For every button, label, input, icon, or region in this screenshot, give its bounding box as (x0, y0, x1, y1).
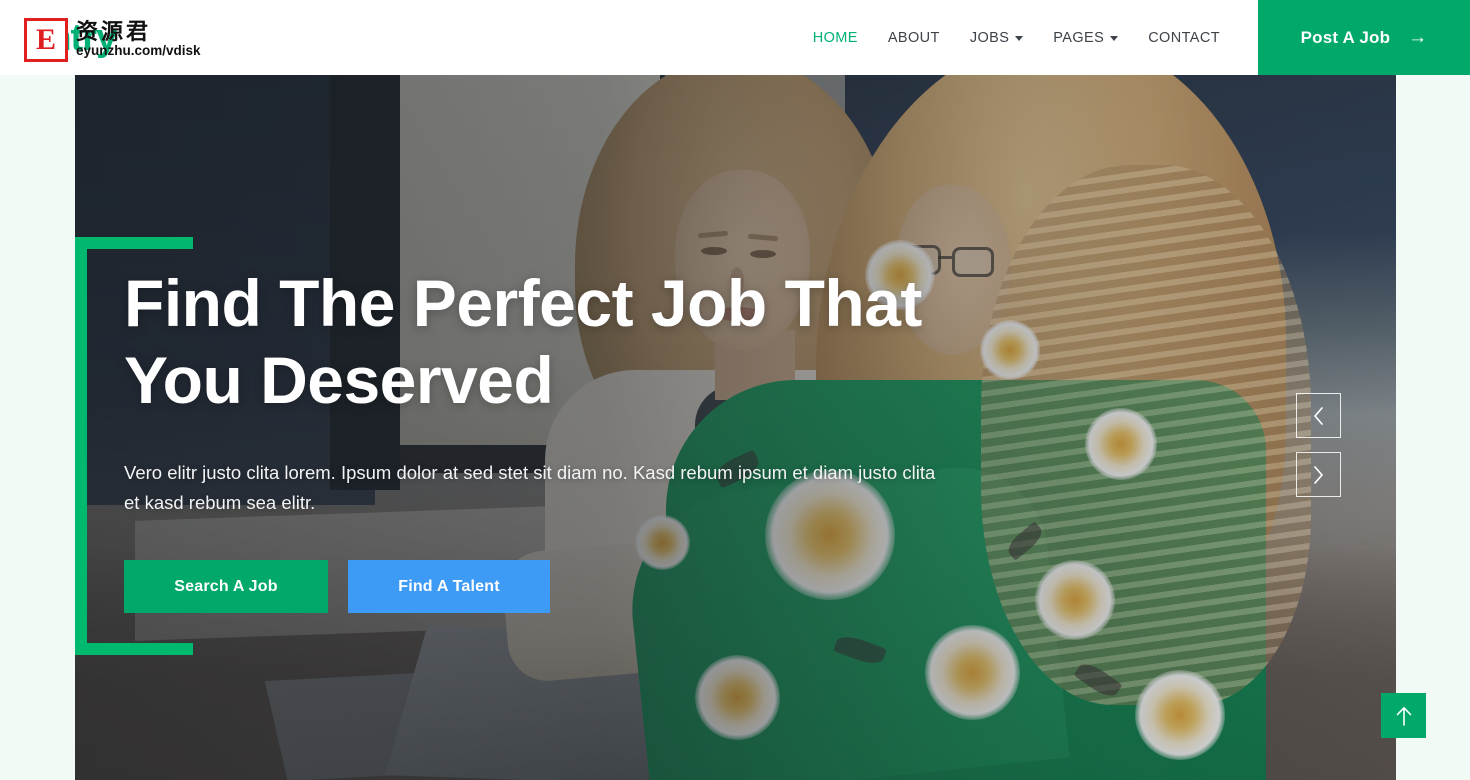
site-header: Entry E 资源君 eyunzhu.com/vdisk HOME ABOUT… (0, 0, 1470, 75)
nav-item-about[interactable]: ABOUT (888, 30, 940, 46)
nav-label-pages: PAGES (1053, 29, 1105, 46)
page-root: Entry E 资源君 eyunzhu.com/vdisk HOME ABOUT… (0, 0, 1470, 780)
hero-content: Find The Perfect Job That You Deserved V… (124, 265, 1024, 614)
hero-title-line-1: Find The Perfect Job That (124, 266, 922, 340)
find-a-talent-button[interactable]: Find A Talent (348, 560, 550, 614)
nav-item-jobs[interactable]: JOBS (969, 29, 1024, 46)
carousel-prev-button[interactable] (1296, 393, 1341, 438)
back-to-top-button[interactable] (1381, 693, 1426, 738)
nav-label-about: ABOUT (887, 29, 940, 46)
chevron-down-icon (1015, 36, 1024, 41)
nav-label-home: HOME (812, 29, 858, 46)
carousel-next-button[interactable] (1296, 452, 1341, 497)
chevron-right-icon (1314, 465, 1323, 484)
site-logo[interactable]: Entry (24, 19, 117, 57)
post-a-job-button[interactable]: Post A Job → (1258, 0, 1470, 75)
nav-item-pages[interactable]: PAGES (1053, 29, 1119, 46)
hero-section: Find The Perfect Job That You Deserved V… (75, 75, 1396, 780)
nav-label-contact: CONTACT (1148, 29, 1220, 46)
chevron-left-icon (1314, 406, 1323, 425)
hero-carousel-controls (1296, 393, 1341, 497)
nav-item-contact[interactable]: CONTACT (1148, 30, 1220, 46)
hero-title-line-2: You Deserved (124, 342, 554, 417)
post-a-job-label: Post A Job (1300, 27, 1391, 47)
search-a-job-button[interactable]: Search A Job (124, 560, 328, 614)
main-navigation: HOME ABOUT JOBS PAGES CONTACT (470, 0, 1258, 75)
chevron-down-icon (1110, 36, 1119, 41)
brand-area[interactable]: Entry E 资源君 eyunzhu.com/vdisk (0, 0, 470, 75)
nav-label-jobs: JOBS (969, 29, 1010, 46)
hero-subtitle: Vero elitr justo clita lorem. Ipsum dolo… (124, 462, 936, 514)
hero-title: Find The Perfect Job That You Deserved (124, 265, 1024, 418)
arrow-up-icon (1396, 706, 1411, 726)
arrow-right-icon: → (1408, 27, 1428, 48)
nav-item-home[interactable]: HOME (813, 30, 858, 46)
hero-actions: Search A Job Find A Talent (124, 560, 1024, 614)
